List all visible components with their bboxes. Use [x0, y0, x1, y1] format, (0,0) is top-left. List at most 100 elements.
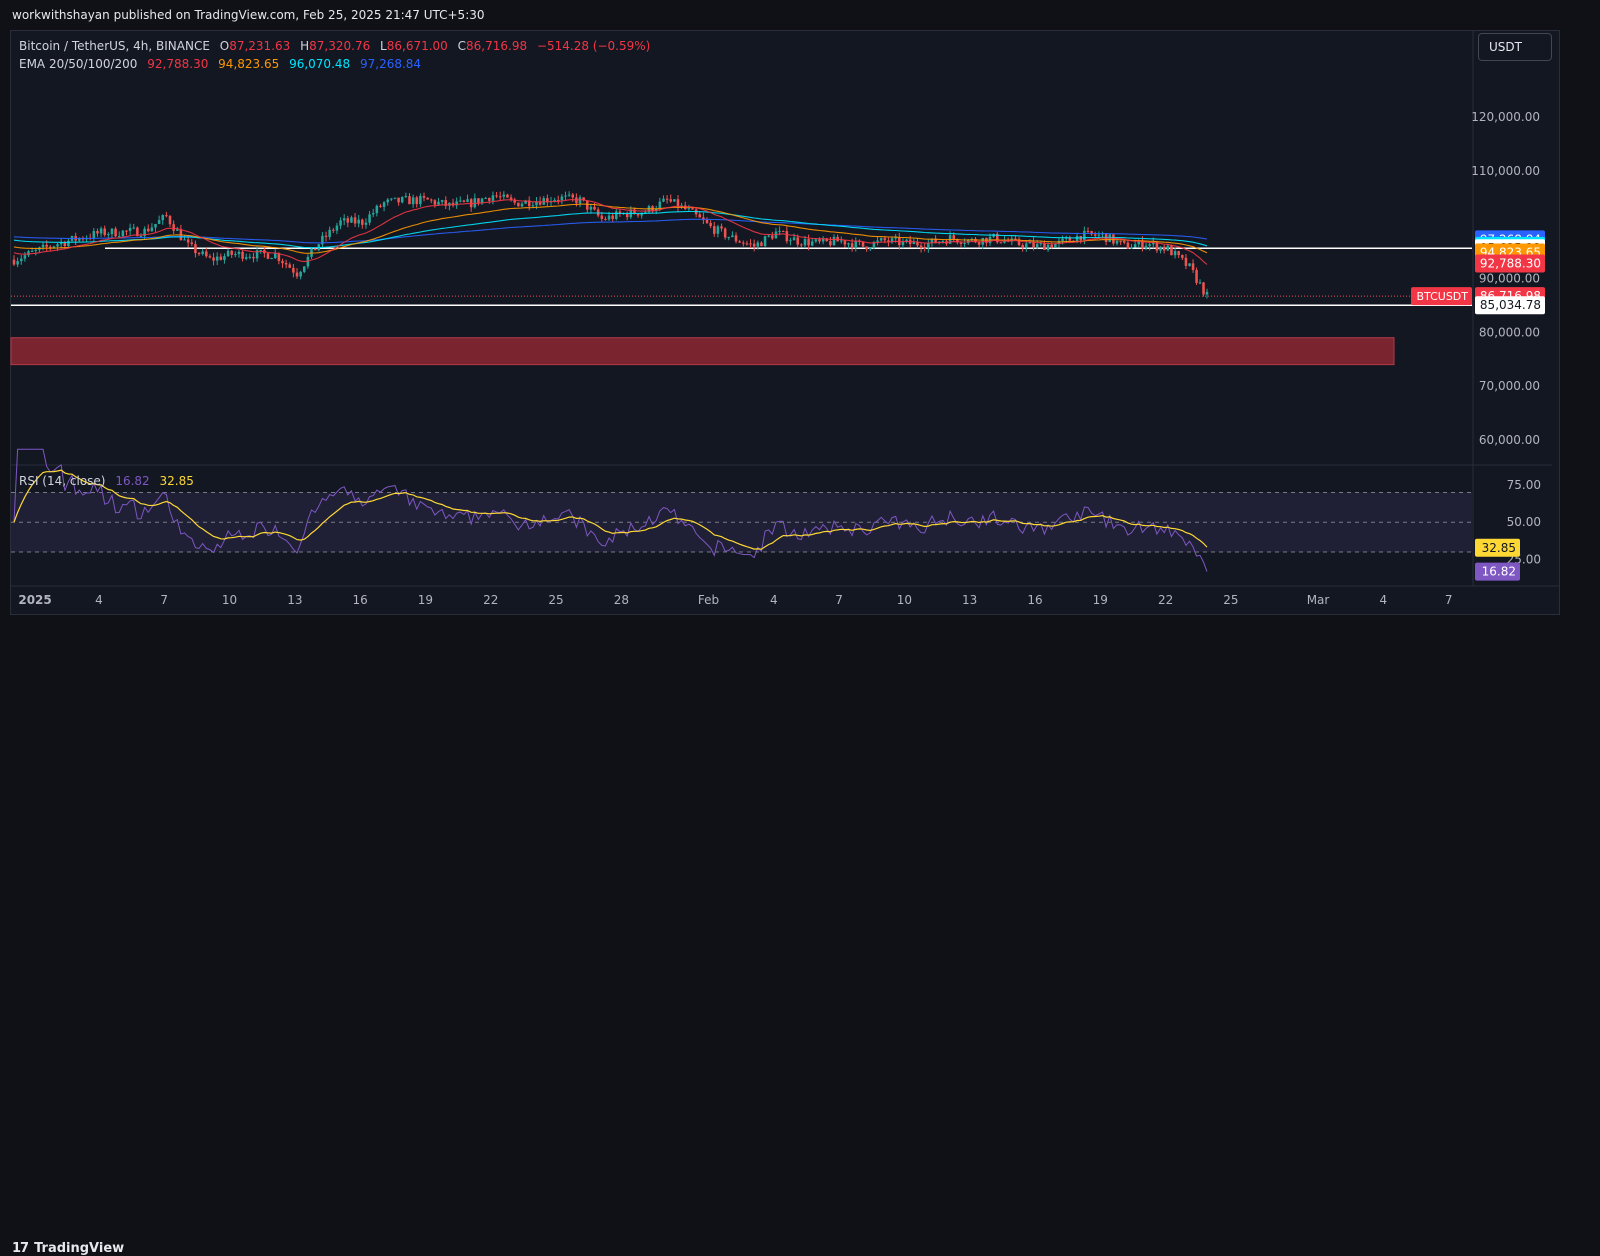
candle-body — [473, 198, 477, 208]
candle-body — [861, 241, 865, 247]
candle-body — [1184, 257, 1188, 266]
candle-body — [34, 249, 38, 251]
support-zone[interactable] — [10, 337, 1395, 366]
candle-body — [183, 239, 186, 241]
currency-button[interactable]: USDT — [1478, 33, 1552, 61]
candle-body — [760, 242, 763, 247]
candle-body — [386, 199, 389, 203]
close-value: 86,716.98 — [466, 39, 528, 53]
candle-body — [132, 227, 136, 229]
candle-body — [459, 200, 462, 202]
candle-body — [390, 198, 393, 200]
candle-body — [342, 218, 346, 221]
candle-body — [103, 228, 106, 236]
candle-body — [520, 203, 524, 207]
candle-body — [604, 218, 607, 220]
candle-body — [502, 194, 506, 197]
candle-body — [488, 197, 491, 201]
candle-body — [1119, 240, 1122, 242]
candle-body — [426, 197, 429, 200]
candle-body — [379, 205, 382, 207]
candle-body — [16, 261, 19, 265]
x-tick-label: 13 — [287, 593, 302, 607]
candle-body — [1021, 245, 1024, 248]
price-tag-text: 85,034.78 — [1480, 298, 1541, 312]
candle-body — [397, 197, 400, 203]
candle-body — [734, 235, 738, 242]
x-tick-label: 4 — [1380, 593, 1388, 607]
candle-body — [205, 251, 208, 257]
candle-body — [368, 214, 371, 223]
candle-body — [1162, 246, 1166, 251]
candle-body — [691, 208, 694, 210]
candle-body — [531, 205, 535, 207]
candle-body — [284, 263, 288, 265]
candle-body — [248, 256, 252, 258]
symbol-title[interactable]: Bitcoin / TetherUS, 4h, BINANCE — [19, 39, 210, 53]
candle-body — [1014, 238, 1017, 240]
candle-body — [295, 272, 299, 277]
tradingview-logo[interactable]: 17 TradingView — [12, 1241, 124, 1256]
candle-body — [1205, 291, 1209, 295]
footer: 17 TradingView — [0, 615, 1600, 1256]
candle-body — [1177, 251, 1180, 256]
candle-body — [107, 234, 110, 236]
candle-body — [771, 235, 774, 239]
candle-body — [879, 238, 883, 241]
symbol-tag-text: BTCUSDT — [1416, 290, 1468, 303]
candle-body — [241, 251, 244, 259]
candle-body — [361, 219, 364, 225]
candle-body — [19, 258, 23, 262]
rsi-ma-tag-text: 32.85 — [1482, 541, 1516, 555]
candle-body — [67, 240, 70, 246]
candle-body — [669, 199, 672, 202]
candle-body — [963, 242, 966, 244]
ema-label[interactable]: EMA 20/50/100/200 — [19, 57, 137, 71]
candle-body — [157, 220, 161, 224]
candle-body — [977, 242, 981, 245]
candle-body — [1050, 244, 1053, 248]
candle-body — [1144, 245, 1148, 249]
open-value: 87,231.63 — [229, 39, 291, 53]
candle-body — [792, 237, 796, 241]
change-value: −514.28 (−0.59%) — [536, 39, 651, 53]
x-tick-label: 4 — [770, 593, 778, 607]
candle-body — [56, 244, 59, 247]
candle-body — [125, 230, 128, 232]
chart-canvas[interactable]: 60,000.00 70,000.00 80,000.00 90,000.00 110,… — [0, 0, 1600, 665]
candle-body — [832, 236, 836, 246]
candle-body — [1123, 241, 1126, 243]
candle-body — [1173, 251, 1177, 256]
candle-body — [273, 253, 277, 259]
candle-body — [41, 244, 45, 248]
rsi-value: 16.82 — [115, 474, 150, 488]
candle-body — [807, 239, 810, 246]
candle-body — [437, 201, 440, 205]
candle-body — [1166, 245, 1170, 251]
candle-body — [208, 256, 212, 258]
candle-body — [999, 242, 1003, 244]
candle-body — [803, 239, 807, 246]
rsi-label[interactable]: RSI (14, close) — [19, 474, 105, 488]
candle-body — [905, 239, 908, 241]
x-tick-label: 7 — [835, 593, 843, 607]
candle-body — [30, 250, 34, 252]
candle-body — [234, 254, 237, 256]
candle-body — [1086, 230, 1090, 232]
candle-body — [756, 242, 760, 247]
candle-body — [745, 243, 749, 245]
open-label: O — [219, 39, 230, 53]
candle-body — [883, 238, 887, 241]
candle-body — [876, 240, 879, 243]
candle-body — [1188, 263, 1191, 266]
x-tick-label: 19 — [418, 593, 433, 607]
candle-body — [615, 211, 618, 219]
candle-body — [1133, 244, 1137, 248]
candle-body — [662, 198, 665, 202]
candle-body — [567, 194, 571, 196]
ohlc-legend: Bitcoin / TetherUS, 4h, BINANCE O87,231.… — [19, 39, 650, 53]
ema20-value: 92,788.30 — [147, 57, 209, 71]
candle-body — [244, 257, 248, 259]
candle-body — [600, 215, 604, 219]
candle-body — [96, 231, 99, 234]
